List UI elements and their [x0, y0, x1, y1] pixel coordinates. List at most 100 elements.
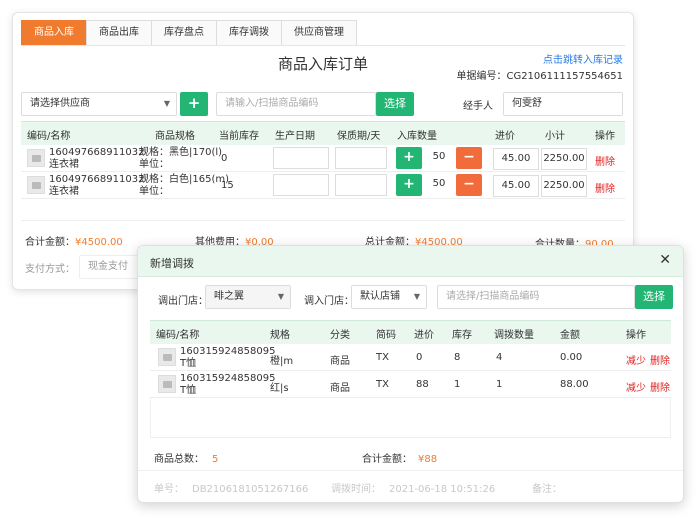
product-code-name: 160497668911032 连衣裙: [49, 174, 144, 198]
col-short-code: 简码: [376, 330, 396, 341]
empty-row: [21, 199, 625, 221]
col-transfer-qty: 调拨数量: [494, 330, 534, 341]
col-code-name: 编码/名称: [156, 330, 200, 341]
col-production-date: 生产日期: [275, 131, 315, 142]
out-store-select[interactable]: 啡之翼 ▼: [205, 285, 291, 309]
chevron-down-icon: ▼: [277, 292, 284, 301]
product-spec: 红|s: [270, 383, 289, 394]
delete-button[interactable]: 删除: [595, 153, 615, 168]
transfer-quantity[interactable]: 1: [496, 379, 502, 390]
product-spec: 规格：白色|165(m) 单位：: [139, 174, 229, 198]
tab-inventory-check[interactable]: 库存盘点: [151, 20, 217, 46]
production-date-input[interactable]: [273, 174, 329, 196]
transfer-product-code-input[interactable]: 请选择/扫描商品编码: [437, 285, 635, 309]
transfer-total-amount-value: ¥88: [418, 454, 438, 465]
product-image: [158, 375, 176, 393]
total-amount-label: 合计金额：: [25, 237, 75, 248]
col-code-name: 编码/名称: [27, 131, 71, 142]
dialog-header: 新增调拨 ✕: [138, 246, 683, 277]
product-name: T恤: [180, 358, 197, 369]
handler-value: 何雯舒: [512, 98, 542, 109]
unit-line: 单位：: [139, 186, 169, 197]
product-name: 连衣裙: [49, 159, 79, 170]
product-code: 160315924858095: [180, 346, 276, 357]
total-amount-value: ¥4500.00: [75, 237, 123, 248]
transfer-table-header: 编码/名称 规格 分类 简码 进价 库存 调拨数量 金额 操作: [150, 320, 671, 344]
product-spec: 规格：黑色|170(l) 单位：: [139, 147, 222, 171]
reduce-button[interactable]: 减少: [626, 379, 646, 394]
out-store-value: 啡之翼: [214, 291, 244, 302]
select-product-button[interactable]: 选择: [376, 92, 414, 116]
new-transfer-dialog: 新增调拨 ✕ 调出门店： 啡之翼 ▼ 调入门店： 默认店铺 ▼ 请选择/扫描商品…: [137, 245, 684, 503]
transfer-select-button[interactable]: 选择: [635, 285, 673, 309]
tab-stock-transfer[interactable]: 库存调拨: [216, 20, 282, 46]
increase-quantity-button[interactable]: +: [396, 174, 422, 196]
product-name: T恤: [180, 385, 197, 396]
delete-button[interactable]: 删除: [650, 379, 670, 394]
in-store-label: 调入门店：: [304, 296, 354, 307]
handler-input[interactable]: 何雯舒: [503, 92, 623, 116]
product-code-name: 160315924858095 T恤: [180, 373, 275, 397]
product-code-placeholder: 请输入/扫描商品编码: [225, 98, 319, 109]
col-subtotal: 小计: [545, 131, 565, 142]
supplier-select-value: 请选择供应商: [30, 98, 90, 109]
document-number-value: DB2106181051267166: [192, 484, 309, 495]
tab-supplier-management[interactable]: 供应商管理: [281, 20, 357, 46]
reduce-button[interactable]: 减少: [626, 352, 646, 367]
delete-button[interactable]: 删除: [650, 352, 670, 367]
col-spec: 商品规格: [155, 131, 195, 142]
transfer-total-amount-label: 合计金额：: [362, 454, 412, 465]
total-items: 商品总数： 5: [154, 450, 218, 465]
delete-button[interactable]: 删除: [595, 180, 615, 195]
product-code-input[interactable]: 请输入/扫描商品编码: [216, 92, 376, 116]
amount: 88.00: [560, 379, 589, 390]
out-store-label: 调出门店：: [158, 296, 208, 307]
transfer-total-amount: 合计金额： ¥88: [362, 450, 437, 465]
close-icon[interactable]: ✕: [659, 252, 671, 268]
transfer-time-label: 调拨时间：: [331, 484, 381, 495]
purchase-price: 88: [416, 379, 429, 390]
quantity-value[interactable]: 50: [424, 174, 454, 196]
transfer-quantity[interactable]: 4: [496, 352, 502, 363]
col-shelf-life: 保质期/天: [337, 131, 381, 142]
divider: [138, 470, 683, 471]
purchase-price-input[interactable]: 45.00: [493, 175, 539, 197]
stock: 8: [454, 352, 461, 363]
col-quantity: 入库数量: [397, 131, 437, 142]
product-code-name: 160497668911032 连衣裙: [49, 147, 144, 171]
col-purchase-price: 进价: [414, 330, 434, 341]
spec-line: 规格：黑色|170(l): [139, 147, 223, 158]
transfer-product-code-placeholder: 请选择/扫描商品编码: [446, 291, 540, 302]
product-category: 商品: [330, 383, 350, 394]
quantity-value[interactable]: 50: [424, 147, 454, 169]
decrease-quantity-button[interactable]: −: [456, 174, 482, 196]
table-row: 160315924858095 T恤 红|s 商品 TX 88 1 1 88.0…: [150, 371, 671, 398]
increase-quantity-button[interactable]: +: [396, 147, 422, 169]
total-items-value: 5: [212, 454, 219, 465]
product-code: 160497668911032: [49, 147, 145, 158]
transfer-time: 调拨时间： 2021-06-18 10:51:26: [331, 480, 495, 495]
supplier-select[interactable]: 请选择供应商 ▼: [21, 92, 177, 116]
col-current-stock: 当前库存: [219, 131, 259, 142]
product-image: [27, 149, 45, 167]
amount: 0.00: [560, 352, 583, 363]
production-date-input[interactable]: [273, 147, 329, 169]
in-store-select[interactable]: 默认店铺 ▼: [351, 285, 427, 309]
current-stock: 15: [221, 180, 234, 191]
decrease-quantity-button[interactable]: −: [456, 147, 482, 169]
handler-label: 经手人: [463, 101, 493, 112]
product-category: 商品: [330, 356, 350, 367]
add-supplier-button[interactable]: +: [180, 92, 208, 116]
tab-stock-in[interactable]: 商品入库: [21, 20, 87, 46]
shelf-life-input[interactable]: [335, 147, 387, 169]
product-name: 连衣裙: [49, 186, 79, 197]
stock-in-record-link[interactable]: 点击跳转入库记录: [543, 51, 623, 66]
shelf-life-input[interactable]: [335, 174, 387, 196]
table-empty-area: [150, 398, 671, 438]
document-number-label: 单号：: [154, 484, 184, 495]
in-store-value: 默认店铺: [360, 291, 400, 302]
purchase-price-input[interactable]: 45.00: [493, 148, 539, 170]
tab-stock-out[interactable]: 商品出库: [86, 20, 152, 46]
product-image: [158, 348, 176, 366]
chevron-down-icon: ▼: [163, 99, 170, 108]
